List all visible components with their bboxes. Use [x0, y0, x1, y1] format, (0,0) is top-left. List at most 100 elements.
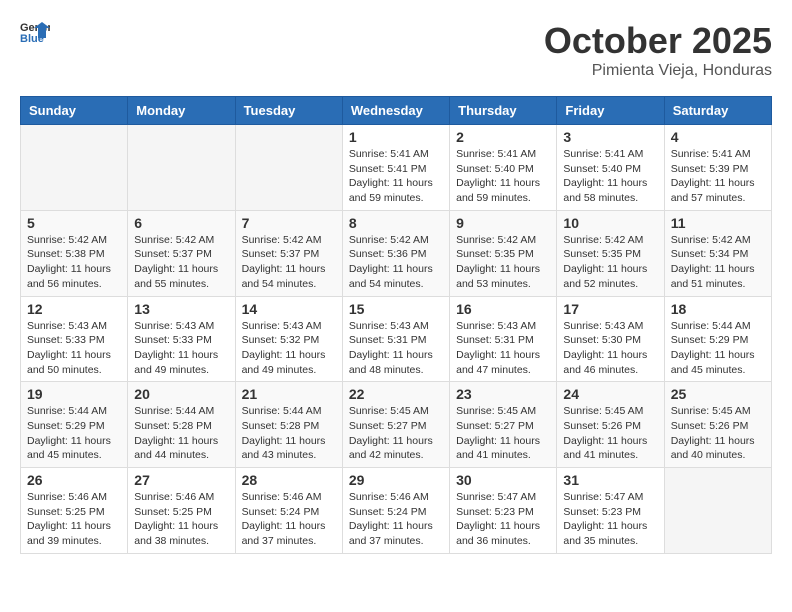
calendar-cell: 16Sunrise: 5:43 AM Sunset: 5:31 PM Dayli…	[450, 296, 557, 382]
month-title: October 2025	[544, 20, 772, 62]
day-info: Sunrise: 5:47 AM Sunset: 5:23 PM Dayligh…	[563, 490, 657, 549]
day-number: 10	[563, 215, 657, 231]
day-info: Sunrise: 5:42 AM Sunset: 5:38 PM Dayligh…	[27, 233, 121, 292]
day-number: 25	[671, 386, 765, 402]
calendar-cell: 26 Sunrise: 5:46 AM Sunset: 5:25 PM Dayli…	[21, 468, 128, 554]
calendar-cell: 28Sunrise: 5:46 AM Sunset: 5:24 PM Dayli…	[235, 468, 342, 554]
day-info: Sunrise: 5:42 AM Sunset: 5:35 PM Dayligh…	[456, 233, 550, 292]
calendar-cell: 10Sunrise: 5:42 AM Sunset: 5:35 PM Dayli…	[557, 210, 664, 296]
day-number: 6	[134, 215, 228, 231]
day-info: Sunrise: 5:42 AM Sunset: 5:37 PM Dayligh…	[134, 233, 228, 292]
day-number: 14	[242, 301, 336, 317]
day-number: 29	[349, 472, 443, 488]
calendar-cell: 23Sunrise: 5:45 AM Sunset: 5:27 PM Dayli…	[450, 382, 557, 468]
day-info: Sunrise: 5:43 AM Sunset: 5:31 PM Dayligh…	[456, 319, 550, 378]
calendar-cell: 7 Sunrise: 5:42 AM Sunset: 5:37 PM Daylig…	[235, 210, 342, 296]
day-info: Sunrise: 5:44 AM Sunset: 5:28 PM Dayligh…	[134, 404, 228, 463]
day-info: Sunrise: 5:46 AM Sunset: 5:25 PM Dayligh…	[134, 490, 228, 549]
day-number: 13	[134, 301, 228, 317]
day-number: 9	[456, 215, 550, 231]
day-info: Sunrise: 5:42 AM Sunset: 5:36 PM Dayligh…	[349, 233, 443, 292]
calendar-week-2: 5 Sunrise: 5:42 AM Sunset: 5:38 PM Daylig…	[21, 210, 772, 296]
header: General Blue October 2025 Pimienta Vieja…	[20, 20, 772, 80]
day-info: Sunrise: 5:43 AM Sunset: 5:31 PM Dayligh…	[349, 319, 443, 378]
day-info: Sunrise: 5:43 AM Sunset: 5:32 PM Dayligh…	[242, 319, 336, 378]
day-number: 23	[456, 386, 550, 402]
calendar-cell: 12 Sunrise: 5:43 AM Sunset: 5:33 PM Dayli…	[21, 296, 128, 382]
calendar-cell: 6 Sunrise: 5:42 AM Sunset: 5:37 PM Daylig…	[128, 210, 235, 296]
title-area: October 2025 Pimienta Vieja, Honduras	[544, 20, 772, 80]
day-number: 30	[456, 472, 550, 488]
day-info: Sunrise: 5:46 AM Sunset: 5:25 PM Dayligh…	[27, 490, 121, 549]
calendar-cell: 21Sunrise: 5:44 AM Sunset: 5:28 PM Dayli…	[235, 382, 342, 468]
calendar-cell: 30Sunrise: 5:47 AM Sunset: 5:23 PM Dayli…	[450, 468, 557, 554]
calendar-cell: 4Sunrise: 5:41 AM Sunset: 5:39 PM Daylig…	[664, 125, 771, 211]
weekday-header-sunday: Sunday	[21, 97, 128, 125]
day-number: 11	[671, 215, 765, 231]
weekday-header-friday: Friday	[557, 97, 664, 125]
day-info: Sunrise: 5:45 AM Sunset: 5:26 PM Dayligh…	[563, 404, 657, 463]
location-title: Pimienta Vieja, Honduras	[544, 62, 772, 80]
calendar-cell	[21, 125, 128, 211]
weekday-header-tuesday: Tuesday	[235, 97, 342, 125]
calendar-cell: 22Sunrise: 5:45 AM Sunset: 5:27 PM Dayli…	[342, 382, 449, 468]
calendar-cell: 3 Sunrise: 5:41 AM Sunset: 5:40 PM Daylig…	[557, 125, 664, 211]
calendar-cell	[235, 125, 342, 211]
weekday-header-wednesday: Wednesday	[342, 97, 449, 125]
calendar-body: 1Sunrise: 5:41 AM Sunset: 5:41 PM Daylig…	[21, 125, 772, 554]
day-info: Sunrise: 5:41 AM Sunset: 5:41 PM Dayligh…	[349, 147, 443, 206]
calendar-cell: 14 Sunrise: 5:43 AM Sunset: 5:32 PM Dayli…	[235, 296, 342, 382]
day-number: 20	[134, 386, 228, 402]
weekday-header-monday: Monday	[128, 97, 235, 125]
day-info: Sunrise: 5:46 AM Sunset: 5:24 PM Dayligh…	[349, 490, 443, 549]
day-number: 21	[242, 386, 336, 402]
calendar-cell: 19Sunrise: 5:44 AM Sunset: 5:29 PM Dayli…	[21, 382, 128, 468]
day-info: Sunrise: 5:42 AM Sunset: 5:34 PM Dayligh…	[671, 233, 765, 292]
day-info: Sunrise: 5:43 AM Sunset: 5:33 PM Dayligh…	[27, 319, 121, 378]
day-number: 28	[242, 472, 336, 488]
day-number: 3	[563, 129, 657, 145]
calendar: SundayMondayTuesdayWednesdayThursdayFrid…	[20, 96, 772, 554]
calendar-cell: 17 Sunrise: 5:43 AM Sunset: 5:30 PM Dayli…	[557, 296, 664, 382]
day-number: 5	[27, 215, 121, 231]
calendar-cell	[664, 468, 771, 554]
calendar-cell: 15 Sunrise: 5:43 AM Sunset: 5:31 PM Dayli…	[342, 296, 449, 382]
calendar-cell: 29 Sunrise: 5:46 AM Sunset: 5:24 PM Dayli…	[342, 468, 449, 554]
day-number: 15	[349, 301, 443, 317]
day-number: 27	[134, 472, 228, 488]
day-info: Sunrise: 5:41 AM Sunset: 5:40 PM Dayligh…	[456, 147, 550, 206]
weekday-row: SundayMondayTuesdayWednesdayThursdayFrid…	[21, 97, 772, 125]
weekday-header-thursday: Thursday	[450, 97, 557, 125]
day-info: Sunrise: 5:45 AM Sunset: 5:26 PM Dayligh…	[671, 404, 765, 463]
day-number: 2	[456, 129, 550, 145]
day-number: 12	[27, 301, 121, 317]
day-info: Sunrise: 5:45 AM Sunset: 5:27 PM Dayligh…	[349, 404, 443, 463]
calendar-cell: 2 Sunrise: 5:41 AM Sunset: 5:40 PM Daylig…	[450, 125, 557, 211]
day-number: 26	[27, 472, 121, 488]
day-info: Sunrise: 5:41 AM Sunset: 5:40 PM Dayligh…	[563, 147, 657, 206]
day-info: Sunrise: 5:43 AM Sunset: 5:30 PM Dayligh…	[563, 319, 657, 378]
day-number: 8	[349, 215, 443, 231]
calendar-cell: 31 Sunrise: 5:47 AM Sunset: 5:23 PM Dayli…	[557, 468, 664, 554]
calendar-cell: 27 Sunrise: 5:46 AM Sunset: 5:25 PM Dayli…	[128, 468, 235, 554]
calendar-cell: 18Sunrise: 5:44 AM Sunset: 5:29 PM Dayli…	[664, 296, 771, 382]
calendar-cell: 8 Sunrise: 5:42 AM Sunset: 5:36 PM Daylig…	[342, 210, 449, 296]
calendar-cell: 1Sunrise: 5:41 AM Sunset: 5:41 PM Daylig…	[342, 125, 449, 211]
calendar-week-3: 12 Sunrise: 5:43 AM Sunset: 5:33 PM Dayli…	[21, 296, 772, 382]
calendar-cell	[128, 125, 235, 211]
logo: General Blue	[20, 20, 50, 44]
calendar-cell: 13 Sunrise: 5:43 AM Sunset: 5:33 PM Dayli…	[128, 296, 235, 382]
day-info: Sunrise: 5:42 AM Sunset: 5:37 PM Dayligh…	[242, 233, 336, 292]
calendar-week-5: 26 Sunrise: 5:46 AM Sunset: 5:25 PM Dayli…	[21, 468, 772, 554]
day-info: Sunrise: 5:41 AM Sunset: 5:39 PM Dayligh…	[671, 147, 765, 206]
calendar-cell: 11 Sunrise: 5:42 AM Sunset: 5:34 PM Dayli…	[664, 210, 771, 296]
weekday-header-saturday: Saturday	[664, 97, 771, 125]
day-number: 17	[563, 301, 657, 317]
calendar-week-1: 1Sunrise: 5:41 AM Sunset: 5:41 PM Daylig…	[21, 125, 772, 211]
logo-icon: General Blue	[20, 20, 50, 44]
day-number: 19	[27, 386, 121, 402]
day-number: 7	[242, 215, 336, 231]
calendar-cell: 5 Sunrise: 5:42 AM Sunset: 5:38 PM Daylig…	[21, 210, 128, 296]
day-number: 31	[563, 472, 657, 488]
day-info: Sunrise: 5:43 AM Sunset: 5:33 PM Dayligh…	[134, 319, 228, 378]
